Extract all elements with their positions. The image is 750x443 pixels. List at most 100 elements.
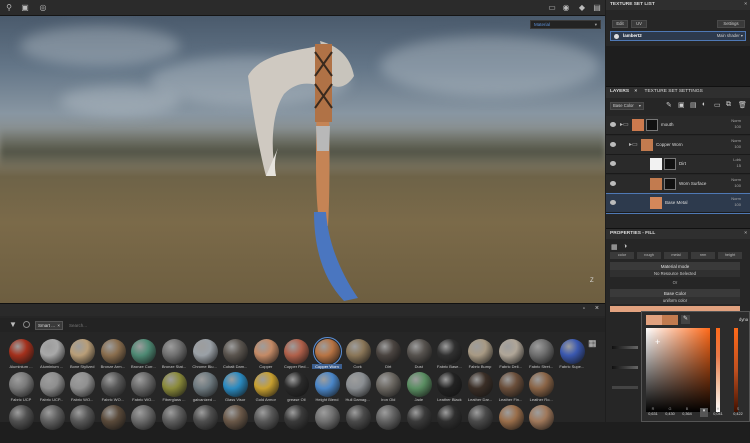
screenshot-icon[interactable]: ▤ bbox=[592, 3, 602, 13]
material-item[interactable] bbox=[67, 403, 97, 443]
layer-mask-thumbnail[interactable] bbox=[664, 177, 676, 190]
filter-tag[interactable]: Smart ... × bbox=[35, 321, 63, 330]
material-item[interactable] bbox=[251, 403, 281, 443]
visibility-eye-icon[interactable] bbox=[610, 122, 616, 127]
search-input[interactable]: Search... bbox=[69, 321, 229, 330]
layer-mask-thumbnail[interactable] bbox=[646, 119, 658, 131]
tsl-uv-button[interactable]: UV bbox=[631, 20, 647, 28]
b-value[interactable]: 0,364 bbox=[679, 412, 695, 416]
layer-row[interactable]: ▸▭ Copper Worn Norm 100 bbox=[606, 135, 750, 155]
layer-row[interactable]: Dirt Ldrk 15 bbox=[606, 155, 750, 174]
material-item[interactable] bbox=[281, 403, 311, 443]
delete-icon[interactable]: 🗑 bbox=[738, 101, 747, 109]
channel-tab-nrm[interactable]: nrm bbox=[691, 252, 715, 259]
visibility-eye-icon[interactable] bbox=[610, 180, 616, 186]
maximize-icon[interactable]: ▫ bbox=[583, 306, 585, 312]
radio-icon[interactable] bbox=[614, 34, 619, 39]
param-slider[interactable] bbox=[612, 346, 638, 349]
visibility-eye-icon[interactable] bbox=[610, 200, 616, 205]
h-value[interactable]: 0,041 bbox=[710, 412, 726, 416]
param-slider[interactable] bbox=[612, 386, 638, 389]
channel-select[interactable]: Base Color ▾ bbox=[610, 102, 644, 110]
filter-icon[interactable]: ▼ bbox=[9, 320, 17, 329]
material-item[interactable] bbox=[159, 403, 189, 443]
close-icon[interactable]: × bbox=[634, 89, 637, 94]
toggle-icon[interactable] bbox=[23, 321, 30, 328]
or-label: Or bbox=[672, 280, 678, 285]
material-item[interactable] bbox=[190, 403, 220, 443]
visibility-eye-icon[interactable] bbox=[610, 161, 616, 166]
tab-layers[interactable]: LAYERS bbox=[610, 89, 629, 94]
render-icon[interactable]: ◉ bbox=[561, 3, 571, 13]
layer-blend[interactable]: Ldrk 15 bbox=[733, 157, 741, 169]
visibility-eye-icon[interactable] bbox=[610, 141, 616, 147]
param-slider[interactable] bbox=[612, 366, 638, 369]
material-item[interactable] bbox=[465, 403, 495, 443]
close-icon[interactable]: × bbox=[744, 0, 747, 10]
channel-tab-color[interactable]: color bbox=[610, 252, 634, 259]
no-resource-label[interactable]: No Resource Selected bbox=[610, 270, 740, 277]
layer-blend[interactable]: Norm 100 bbox=[731, 177, 741, 189]
material-item[interactable] bbox=[6, 403, 36, 443]
material-item[interactable]: Fabric Supe... bbox=[557, 337, 587, 377]
camera-icon[interactable]: ◎ bbox=[38, 3, 48, 13]
fill-icon[interactable]: ▦ bbox=[611, 243, 618, 251]
mode-toggle-icon[interactable]: ▾ bbox=[700, 408, 708, 417]
close-icon[interactable]: × bbox=[595, 305, 599, 312]
material-item[interactable] bbox=[98, 403, 128, 443]
layer-row[interactable]: Worn Surface Norm 100 bbox=[606, 174, 750, 194]
cube-icon[interactable]: ◆ bbox=[577, 3, 587, 13]
hue-slider[interactable] bbox=[716, 328, 720, 412]
color-picker-popup[interactable]: ✎ dyna + R G B 0,631 0,430 0,364 ▾ H S 0… bbox=[641, 311, 750, 422]
channel-tab-rough[interactable]: rough bbox=[637, 252, 661, 259]
channel-tab-height[interactable]: height bbox=[718, 252, 742, 259]
shader-dropdown[interactable]: Material ▾ bbox=[530, 20, 601, 29]
material-item[interactable] bbox=[496, 403, 526, 443]
layer-list: ▸▭ mouth Norm 100 ▸▭ Copper Worn Norm 100 Dirt Ld… bbox=[606, 116, 750, 226]
material-item[interactable] bbox=[373, 403, 403, 443]
add-fill-layer-icon[interactable]: ▣ bbox=[678, 101, 685, 109]
eyedropper-icon[interactable]: ✎ bbox=[681, 315, 690, 324]
display-mode-icon[interactable]: ▭ bbox=[547, 3, 557, 13]
layer-row[interactable]: Base Metal Norm 100 bbox=[606, 193, 750, 214]
value-slider[interactable] bbox=[734, 328, 738, 412]
material-item[interactable] bbox=[343, 403, 373, 443]
layer-row[interactable]: ▸▭ mouth Norm 100 bbox=[606, 116, 750, 135]
material-item[interactable] bbox=[434, 403, 464, 443]
grid-view-icon[interactable]: ▦ bbox=[588, 338, 597, 349]
channel-tab-metal[interactable]: metal bbox=[664, 252, 688, 259]
layer-blend[interactable]: Norm 100 bbox=[731, 118, 741, 130]
tsl-edit-button[interactable]: Edit bbox=[612, 20, 628, 28]
old-color-swatch[interactable] bbox=[662, 315, 678, 325]
material-item[interactable] bbox=[128, 403, 158, 443]
duplicate-icon[interactable]: ⧉ bbox=[726, 101, 731, 109]
add-folder-icon[interactable]: ▭ bbox=[714, 101, 721, 109]
close-icon[interactable]: × bbox=[744, 229, 747, 239]
remove-tag-icon[interactable]: × bbox=[57, 322, 60, 329]
frame-icon[interactable]: ▣ bbox=[20, 3, 30, 13]
material-item[interactable] bbox=[526, 403, 556, 443]
r-value[interactable]: 0,631 bbox=[645, 412, 661, 416]
move-icon[interactable]: ⚲ bbox=[4, 3, 14, 13]
material-item[interactable] bbox=[312, 403, 342, 443]
saturation-value-field[interactable]: + bbox=[646, 328, 710, 412]
add-effect-icon[interactable]: ✎ bbox=[666, 101, 672, 109]
s-value[interactable]: 0,422 bbox=[730, 412, 746, 416]
settings-button[interactable]: Settings bbox=[717, 20, 745, 28]
layer-blend[interactable]: Norm 100 bbox=[731, 138, 741, 150]
texture-set-item[interactable]: lambert2 Main shader ▾ bbox=[610, 31, 746, 41]
shader-select[interactable]: Main shader ▾ bbox=[717, 33, 743, 38]
3d-viewport[interactable]: Material ▾ Z bbox=[0, 16, 605, 303]
layer-mask-thumbnail[interactable] bbox=[664, 158, 676, 170]
material-label: Fabric WO... bbox=[132, 397, 155, 402]
add-layer-icon[interactable]: ▤ bbox=[690, 101, 697, 109]
material-item[interactable] bbox=[404, 403, 434, 443]
material-item[interactable] bbox=[37, 403, 67, 443]
axe-model[interactable] bbox=[0, 16, 605, 303]
tab-texture-set-settings[interactable]: TEXTURE SET SETTINGS bbox=[645, 89, 703, 94]
material-icon[interactable]: ◑ bbox=[623, 243, 627, 250]
g-value[interactable]: 0,430 bbox=[662, 412, 678, 416]
layer-blend[interactable]: Norm 100 bbox=[731, 196, 741, 208]
add-mask-icon[interactable]: ◐ bbox=[702, 101, 706, 108]
material-item[interactable] bbox=[220, 403, 250, 443]
